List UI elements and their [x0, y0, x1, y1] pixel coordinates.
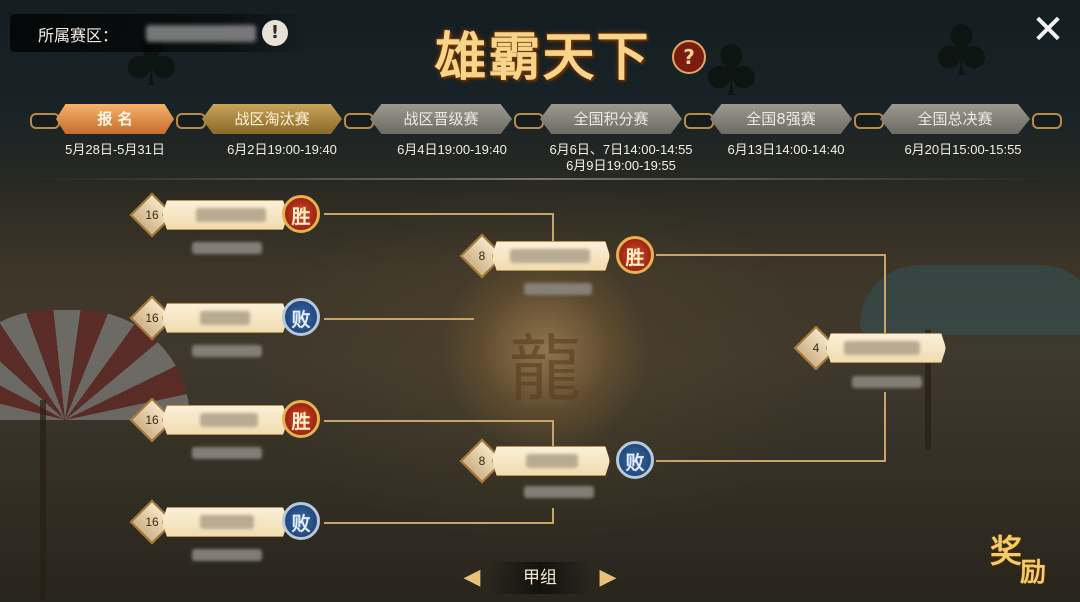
player-name-redacted [200, 515, 254, 529]
stage-date-line2: 6月9日19:00-19:55 [566, 158, 676, 173]
header-divider [30, 178, 1050, 180]
next-group-icon[interactable]: ▶ [598, 566, 618, 590]
timeline-connector [854, 113, 884, 129]
event-title-logo: 雄霸天下 [434, 27, 651, 88]
zone-name-redacted [146, 25, 256, 42]
zone-label: 所属赛区： [38, 28, 119, 45]
bracket-slot-r16-3[interactable]: 16 胜 [129, 397, 326, 443]
bracket-line [324, 213, 554, 215]
player-server-redacted [192, 242, 262, 254]
timeline-connector [344, 113, 374, 129]
bracket-line [324, 420, 554, 422]
timeline-connector [30, 113, 60, 129]
close-icon[interactable]: ✕ [1028, 10, 1068, 50]
win-badge: 胜 [282, 400, 320, 438]
zone-indicator: 所属赛区： ! [10, 14, 310, 52]
bracket-line [656, 460, 886, 462]
stage-timeline: 报 名 战区淘汰赛 战区晋级赛 全国积分赛 全国8强赛 全国总决赛 5月28日-… [0, 100, 1080, 180]
lose-badge: 败 [282, 502, 320, 540]
timeline-connector [1032, 113, 1062, 129]
timeline-connector [514, 113, 544, 129]
bracket-slot-r8-1[interactable]: 8 胜 [459, 233, 658, 279]
player-server-redacted [524, 283, 592, 295]
bracket-line [324, 318, 474, 320]
tab-zone-elimination[interactable]: 战区淘汰赛 [202, 104, 342, 134]
stage-date: 6月20日15:00-15:55 [904, 142, 1022, 157]
bracket-line [656, 254, 886, 256]
tab-zone-promotion[interactable]: 战区晋级赛 [370, 104, 512, 134]
stage-date: 6月6日、7日14:00-14:55 6月9日19:00-19:55 [526, 142, 716, 174]
stage-date: 5月28日-5月31日 [65, 142, 165, 157]
stage-date: 6月2日19:00-19:40 [227, 142, 337, 157]
help-icon[interactable]: ? [672, 40, 706, 74]
player-name-redacted [196, 208, 266, 222]
tab-registration[interactable]: 报 名 [56, 104, 174, 134]
prev-group-icon[interactable]: ◀ [462, 566, 482, 590]
player-server-redacted [524, 486, 594, 498]
group-selector: ◀ 甲组 ▶ [462, 560, 618, 596]
bracket-slot-r4-1[interactable]: 4 [793, 325, 950, 371]
bracket-line [552, 420, 554, 448]
timeline-connector [176, 113, 206, 129]
player-server-redacted [192, 549, 262, 561]
player-name-redacted [200, 413, 258, 427]
player-server-redacted [192, 447, 262, 459]
player-name-redacted [844, 341, 920, 355]
win-badge: 胜 [282, 195, 320, 233]
timeline-connector [684, 113, 714, 129]
win-badge: 胜 [616, 236, 654, 274]
player-server-redacted [852, 376, 922, 388]
reward-label-char2: 励 [1020, 558, 1047, 588]
bracket-line [884, 254, 886, 334]
player-name-redacted [200, 311, 250, 325]
bracket-slot-r16-4[interactable]: 16 败 [129, 499, 326, 545]
bracket-line [324, 522, 554, 524]
player-server-redacted [192, 345, 262, 357]
bracket-line [884, 392, 886, 462]
reward-button[interactable]: 奖 励 [990, 526, 1060, 588]
bracket-slot-r8-2[interactable]: 8 败 [459, 438, 658, 484]
stage-date: 6月4日19:00-19:40 [397, 142, 507, 157]
tab-national-points[interactable]: 全国积分赛 [540, 104, 682, 134]
stage-date-line1: 6月6日、7日14:00-14:55 [549, 142, 693, 157]
reward-label-char1: 奖 [990, 532, 1023, 570]
bracket-slot-r16-1[interactable]: 16 胜 [129, 192, 326, 238]
tab-national-final[interactable]: 全国总决赛 [880, 104, 1030, 134]
stage-date: 6月13日14:00-14:40 [727, 142, 845, 157]
bracket-line [552, 508, 554, 524]
lose-badge: 败 [282, 298, 320, 336]
lose-badge: 败 [616, 441, 654, 479]
player-name-redacted [510, 249, 590, 263]
player-name-redacted [526, 454, 578, 468]
group-label: 甲组 [488, 562, 592, 594]
info-icon[interactable]: ! [262, 20, 288, 46]
game-screen: ♣ ♣ ♣ 龍 所属赛区： ! 雄霸天下 ? ✕ 报 名 战区淘汰赛 战区晋级赛… [0, 0, 1080, 602]
tab-national-top8[interactable]: 全国8强赛 [710, 104, 852, 134]
bracket-slot-r16-2[interactable]: 16 败 [129, 295, 326, 341]
